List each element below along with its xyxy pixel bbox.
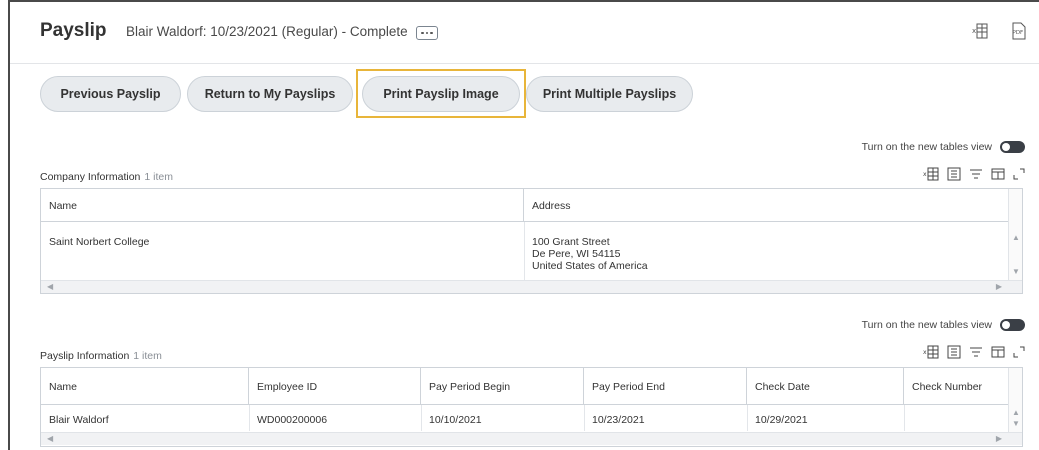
- cell-address-line2: De Pere, WI 54115: [532, 248, 621, 260]
- column-header-address[interactable]: Address: [524, 189, 1009, 222]
- table-toolbar: x: [923, 345, 1025, 359]
- payslip-page: Payslip Blair Waldorf: 10/23/2021 (Regul…: [8, 0, 1039, 450]
- scroll-up-icon[interactable]: ▲: [1012, 233, 1020, 242]
- column-header-check-number[interactable]: Check Number: [904, 368, 1009, 405]
- cell-pay-period-end: 10/23/2021: [592, 414, 645, 426]
- filter-icon[interactable]: [969, 167, 983, 181]
- column-divider: [249, 405, 250, 431]
- section-title-text: Company Information: [40, 171, 141, 183]
- cell-check-date: 10/29/2021: [755, 414, 808, 426]
- filter-icon[interactable]: [969, 345, 983, 359]
- company-information-table: Name Address Saint Norbert College 100 G…: [40, 188, 1023, 294]
- columns-icon[interactable]: [991, 345, 1005, 359]
- svg-text:x: x: [923, 349, 927, 356]
- focus-highlight: [356, 69, 526, 118]
- payslip-information-table: Name Employee ID Pay Period Begin Pay Pe…: [40, 367, 1023, 447]
- cell-employee-id: WD000200006: [257, 414, 328, 426]
- section-title-text: Payslip Information: [40, 350, 130, 362]
- table-header: Name Employee ID Pay Period Begin Pay Pe…: [41, 368, 1022, 405]
- excel-export-icon[interactable]: x: [923, 167, 939, 181]
- pdf-label: PDF: [1013, 30, 1024, 36]
- vertical-scrollbar[interactable]: ▲ ▼: [1008, 189, 1022, 280]
- svg-text:x: x: [972, 27, 976, 35]
- cell-name: Blair Waldorf: [49, 414, 109, 426]
- new-tables-view-toggle-row: Turn on the new tables view: [862, 319, 1025, 331]
- fullscreen-table-icon[interactable]: [947, 345, 961, 359]
- expand-icon[interactable]: [1013, 168, 1025, 180]
- company-information-title: Company Information 1 item: [40, 171, 173, 183]
- column-header-name[interactable]: Name: [41, 189, 524, 222]
- return-to-my-payslips-button[interactable]: Return to My Payslips: [187, 76, 353, 112]
- column-divider: [421, 405, 422, 431]
- scroll-left-icon[interactable]: ◀: [47, 434, 53, 443]
- column-header-pay-period-begin[interactable]: Pay Period Begin: [421, 368, 584, 405]
- scroll-down-icon[interactable]: ▼: [1012, 267, 1020, 276]
- payslip-information-title: Payslip Information 1 item: [40, 350, 162, 362]
- new-tables-view-toggle[interactable]: [1000, 141, 1025, 153]
- table-toolbar: x: [923, 167, 1025, 181]
- scroll-down-icon[interactable]: ▼: [1012, 419, 1020, 428]
- new-tables-view-toggle[interactable]: [1000, 319, 1025, 331]
- cell-pay-period-begin: 10/10/2021: [429, 414, 482, 426]
- item-count: 1 item: [144, 171, 173, 183]
- excel-export-icon[interactable]: x: [923, 345, 939, 359]
- column-header-pay-period-end[interactable]: Pay Period End: [584, 368, 747, 405]
- column-divider: [747, 405, 748, 431]
- table-header: Name Address: [41, 189, 1022, 222]
- excel-export-icon[interactable]: x: [972, 22, 988, 40]
- column-header-name[interactable]: Name: [41, 368, 249, 405]
- column-header-check-date[interactable]: Check Date: [747, 368, 904, 405]
- svg-text:x: x: [923, 171, 927, 178]
- horizontal-scrollbar[interactable]: ◀ ▶: [41, 280, 1022, 293]
- toggle-label: Turn on the new tables view: [861, 319, 992, 331]
- scroll-up-icon[interactable]: ▲: [1012, 408, 1020, 417]
- page-title: Payslip: [40, 20, 107, 41]
- item-count: 1 item: [133, 350, 162, 362]
- scroll-right-icon[interactable]: ▶: [996, 282, 1002, 291]
- cell-address-line1: 100 Grant Street: [532, 236, 610, 248]
- page-subtitle: Blair Waldorf: 10/23/2021 (Regular) - Co…: [126, 24, 408, 39]
- scroll-left-icon[interactable]: ◀: [47, 282, 53, 291]
- pdf-export-icon[interactable]: PDF: [1010, 22, 1026, 40]
- cell-address-line3: United States of America: [532, 260, 648, 272]
- toggle-label: Turn on the new tables view: [861, 141, 992, 153]
- new-tables-view-toggle-row: Turn on the new tables view: [862, 141, 1025, 153]
- column-divider: [904, 405, 905, 431]
- print-multiple-payslips-button[interactable]: Print Multiple Payslips: [526, 76, 693, 112]
- expand-icon[interactable]: [1013, 346, 1025, 358]
- column-divider: [584, 405, 585, 431]
- cell-name: Saint Norbert College: [49, 236, 150, 248]
- previous-payslip-button[interactable]: Previous Payslip: [40, 76, 181, 112]
- column-divider: [524, 222, 525, 280]
- ellipsis-icon[interactable]: [416, 26, 438, 40]
- column-header-employee-id[interactable]: Employee ID: [249, 368, 421, 405]
- columns-icon[interactable]: [991, 167, 1005, 181]
- scroll-right-icon[interactable]: ▶: [996, 434, 1002, 443]
- horizontal-scrollbar[interactable]: ◀ ▶: [41, 432, 1022, 445]
- page-header: Payslip Blair Waldorf: 10/23/2021 (Regul…: [10, 2, 1039, 64]
- vertical-scrollbar[interactable]: ▲ ▼: [1008, 368, 1022, 432]
- fullscreen-table-icon[interactable]: [947, 167, 961, 181]
